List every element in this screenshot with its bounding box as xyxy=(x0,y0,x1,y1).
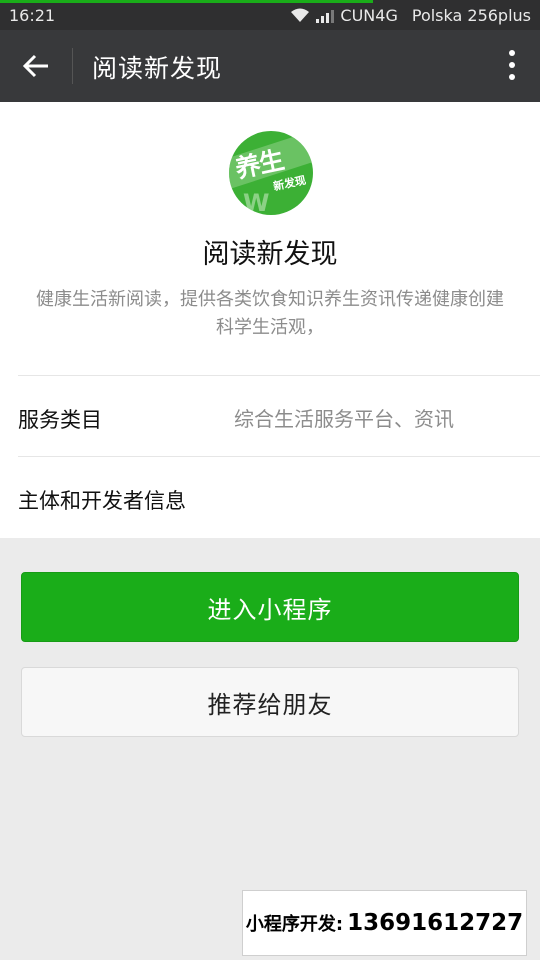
status-indicators: CUN4G Polska 256plus xyxy=(290,6,531,25)
wifi-icon xyxy=(291,8,310,22)
recommend-to-friend-button[interactable]: 推荐给朋友 xyxy=(21,667,519,737)
app-logo: 养生 新发现 W xyxy=(229,131,313,215)
title-divider xyxy=(72,48,73,84)
row-value: 综合生活服务平台、资讯 xyxy=(234,407,454,431)
developer-info-row[interactable]: 主体和开发者信息 xyxy=(18,456,540,537)
carrier-label: CUN4G xyxy=(340,6,398,25)
operator-label: Polska 256plus xyxy=(411,6,531,25)
title-bar: 阅读新发现 xyxy=(0,30,540,102)
loading-progress-bar xyxy=(0,0,373,3)
more-vertical-icon[interactable] xyxy=(508,50,516,84)
watermark-phone: 13691612727 xyxy=(347,910,524,936)
row-label: 服务类目 xyxy=(18,408,102,432)
watermark-label: 小程序开发: xyxy=(245,914,344,935)
status-time: 16:21 xyxy=(9,6,56,25)
arrow-left-icon[interactable] xyxy=(22,52,50,80)
page-title: 阅读新发现 xyxy=(92,54,223,83)
service-category-row: 服务类目 综合生活服务平台、资讯 xyxy=(18,375,540,456)
row-label: 主体和开发者信息 xyxy=(18,489,186,513)
app-name: 阅读新发现 xyxy=(202,239,338,270)
contact-watermark: 小程序开发: 13691612727 xyxy=(242,890,527,956)
enter-miniprogram-button[interactable]: 进入小程序 xyxy=(21,572,519,642)
status-bar: 16:21 CUN4G Polska 256plus xyxy=(0,0,540,30)
signal-icon xyxy=(316,9,335,23)
app-description: 健康生活新阅读，提供各类饮食知识养生资讯传递健康创建科学生活观， xyxy=(36,289,504,338)
app-profile-card: 养生 新发现 W 阅读新发现 健康生活新阅读，提供各类饮食知识养生资讯传递健康创… xyxy=(0,102,540,538)
